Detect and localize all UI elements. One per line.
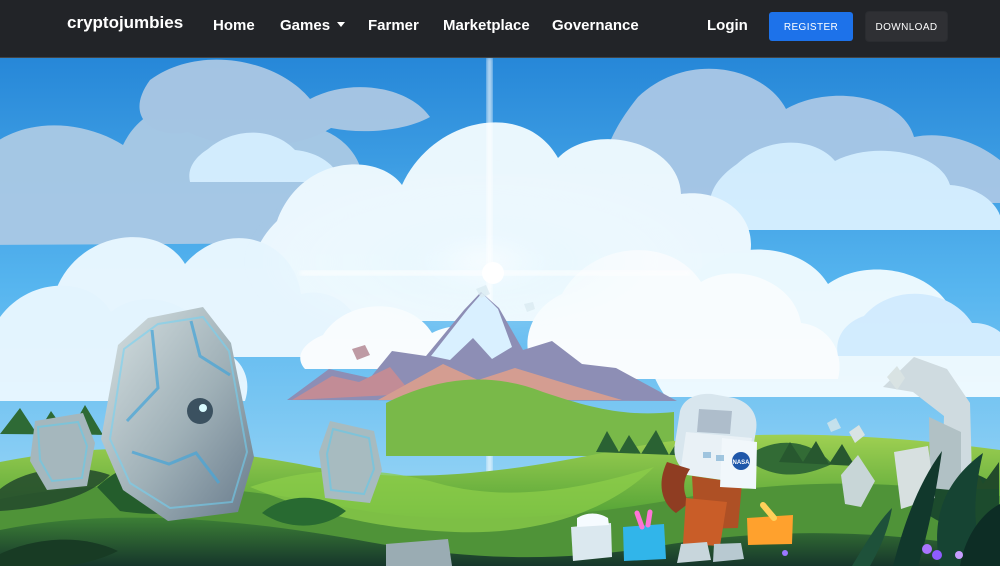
nav-games-label: Games [280,17,331,34]
hero-banner: NASA [0,57,1000,566]
brand-logo[interactable]: cryptojumbies [67,13,183,33]
page: cryptojumbies Home Games Farmer Marketpl… [0,0,1000,566]
caret-down-icon [337,22,346,27]
nav-games[interactable]: Games [280,17,346,35]
download-button[interactable]: DOWNLOAD [866,12,947,41]
nav-home[interactable]: Home [213,17,255,35]
nav-governance[interactable]: Governance [552,17,639,35]
top-navbar: cryptojumbies Home Games Farmer Marketpl… [0,0,1000,58]
nasa-badge-text: NASA [732,460,750,466]
login-link[interactable]: Login [707,17,748,35]
fantasy-landscape-illustration: NASA [0,57,1000,566]
light-star [482,262,504,284]
nav-farmer[interactable]: Farmer [368,17,419,35]
nav-marketplace[interactable]: Marketplace [443,17,530,35]
register-button[interactable]: REGISTER [769,12,853,41]
